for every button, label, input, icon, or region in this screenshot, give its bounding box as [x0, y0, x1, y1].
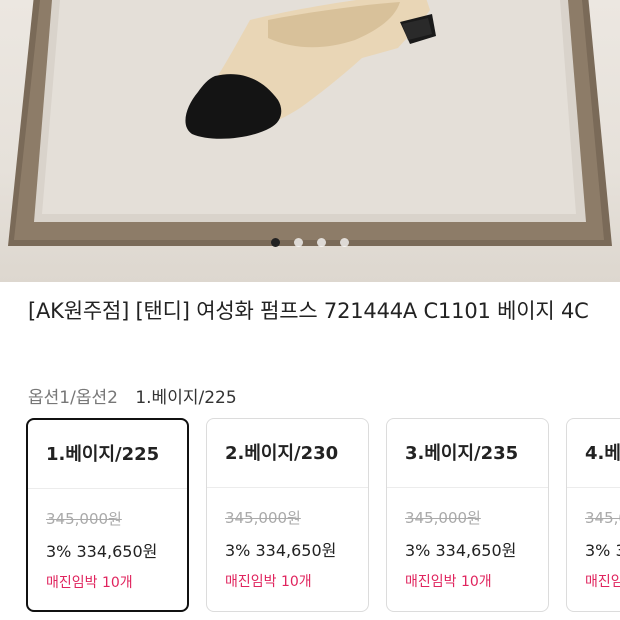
- option-summary: 옵션1/옵션2 1.베이지/225: [28, 383, 237, 408]
- product-image-carousel[interactable]: [0, 0, 620, 282]
- carousel-indicator: [0, 238, 620, 247]
- option-card-divider: [387, 487, 548, 488]
- option-card-list[interactable]: 1.베이지/225 345,000원 3% 334,650원 매진임박 10개 …: [26, 418, 620, 614]
- carousel-dot-3[interactable]: [317, 238, 326, 247]
- option-card-name: 3.베이지/235: [405, 443, 519, 464]
- option-card-discount-price: 3% 334,650원: [405, 541, 517, 560]
- option-card-name: 4.베이지/240: [585, 443, 620, 464]
- option-card-divider: [567, 487, 620, 488]
- option-card-2[interactable]: 2.베이지/230 345,000원 3% 334,650원 매진임박 10개: [206, 418, 369, 612]
- option-card-stock: 매진임박 10개: [46, 575, 133, 591]
- option-card-original-price: 345,000원: [46, 510, 122, 528]
- option-card-stock: 매진임박 10개: [405, 574, 492, 590]
- option-card-original-price: 345,000원: [585, 509, 620, 527]
- option-card-original-price: 345,000원: [405, 509, 481, 527]
- option-card-1[interactable]: 1.베이지/225 345,000원 3% 334,650원 매진임박 10개: [26, 418, 189, 612]
- option-card-divider: [207, 487, 368, 488]
- option-card-4[interactable]: 4.베이지/240 345,000원 3% 334,650원 매진임박 10개: [566, 418, 620, 612]
- option-card-divider: [28, 488, 187, 489]
- option-card-stock: 매진임박 10개: [225, 574, 312, 590]
- option-card-name: 1.베이지/225: [46, 444, 160, 465]
- carousel-dot-4[interactable]: [340, 238, 349, 247]
- option-card-discount-price: 3% 334,650원: [46, 542, 158, 561]
- option-card-discount-price: 3% 334,650원: [225, 541, 337, 560]
- product-title: [AK원주점] [탠디] 여성화 펌프스 721444A C1101 베이지 4…: [28, 299, 589, 323]
- carousel-dot-1[interactable]: [271, 238, 280, 247]
- option-card-name: 2.베이지/230: [225, 443, 339, 464]
- carousel-dot-2[interactable]: [294, 238, 303, 247]
- option-card-3[interactable]: 3.베이지/235 345,000원 3% 334,650원 매진임박 10개: [386, 418, 549, 612]
- option-card-stock: 매진임박 10개: [585, 574, 620, 590]
- option-selected-value: 1.베이지/225: [135, 388, 237, 408]
- option-card-original-price: 345,000원: [225, 509, 301, 527]
- option-card-discount-price: 3% 334,650원: [585, 541, 620, 560]
- option-label: 옵션1/옵션2: [28, 388, 118, 408]
